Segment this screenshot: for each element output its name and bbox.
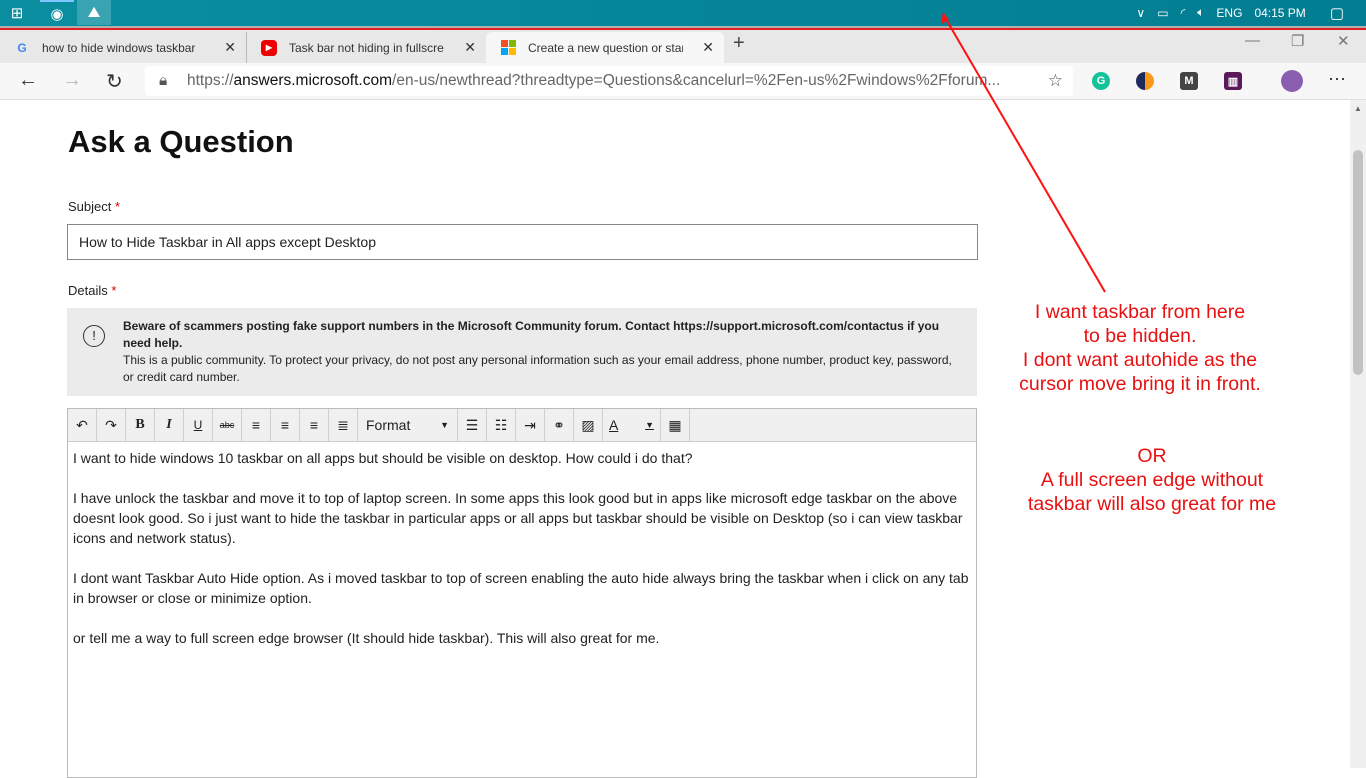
microsoft-icon <box>500 39 516 56</box>
volume-icon[interactable]: 🔈︎ <box>1197 5 1204 20</box>
google-icon: G <box>17 40 27 55</box>
lock-icon: 🔒︎ <box>159 72 168 89</box>
vertical-scrollbar[interactable]: ▲ <box>1350 100 1366 768</box>
undo-icon[interactable]: ↶ <box>68 409 97 441</box>
tab-google[interactable]: G how to hide windows taskbar in all app… <box>0 32 246 63</box>
scrollbar-thumb[interactable] <box>1353 150 1363 375</box>
indent-icon[interactable]: ⇥ <box>516 409 545 441</box>
text-color-icon[interactable]: A ▼ <box>603 409 661 441</box>
strikethrough-icon[interactable]: abc <box>213 409 242 441</box>
scam-notice: ! Beware of scammers posting fake suppor… <box>67 308 977 396</box>
bold-icon[interactable]: B <box>126 409 155 441</box>
photos-icon[interactable]: ⛰ <box>77 0 111 25</box>
windows-taskbar: ⊞ ◉ ⛰ ∨ ▭ ◜ 🔈︎ ENG 04:15 PM ▢ <box>0 0 1366 27</box>
align-right-icon[interactable]: ≡ <box>300 409 329 441</box>
align-left-icon[interactable]: ≡ <box>242 409 271 441</box>
simplenote-icon[interactable] <box>1136 72 1154 90</box>
justify-icon[interactable]: ≣ <box>329 409 358 441</box>
mercury-reader-icon[interactable]: M <box>1180 72 1198 90</box>
minimize-button[interactable]: — <box>1245 32 1260 49</box>
tab-youtube[interactable]: ▶ Task bar not hiding in fullscreen Wind… <box>246 32 486 63</box>
notification-icon[interactable]: ▢ <box>1330 4 1344 22</box>
close-tab-icon[interactable]: ✕ <box>702 39 714 56</box>
bullet-list-icon[interactable]: ☰ <box>458 409 487 441</box>
close-tab-icon[interactable]: ✕ <box>464 39 476 56</box>
battery-icon[interactable]: ▭ <box>1157 6 1168 20</box>
back-button[interactable]: ← <box>18 69 38 92</box>
windows-start-icon[interactable]: ⊞ <box>0 0 34 25</box>
refresh-button[interactable]: ↻ <box>106 69 123 94</box>
extension-icon[interactable]: ▥ <box>1224 72 1242 90</box>
grammarly-icon[interactable]: G <box>1092 72 1110 90</box>
system-tray: ∨ ▭ ◜ 🔈︎ ENG 04:15 PM ▢ <box>1136 0 1366 25</box>
tab-strip: G how to hide windows taskbar in all app… <box>0 30 1366 63</box>
page-title: Ask a Question <box>68 124 294 159</box>
youtube-icon: ▶ <box>261 39 277 56</box>
annotation-text: I want taskbar from here to be hidden. I d… <box>1019 301 1261 395</box>
address-bar-row: ← → ↻ 🔒︎ https://answers.microsoft.com/e… <box>0 63 1366 100</box>
format-dropdown[interactable]: Format ▼ <box>358 409 458 441</box>
chevron-up-icon[interactable]: ∨ <box>1136 6 1145 20</box>
redo-icon[interactable]: ↷ <box>97 409 126 441</box>
edge-icon[interactable]: ◉ <box>40 0 74 25</box>
dropdown-arrow-icon: ▼ <box>440 420 449 430</box>
subject-input[interactable]: How to Hide Taskbar in All apps except D… <box>67 224 978 260</box>
more-menu-icon[interactable]: ⋯ <box>1328 69 1346 90</box>
details-label: Details * <box>68 283 117 298</box>
clock[interactable]: 04:15 PM <box>1254 6 1305 20</box>
align-center-icon[interactable]: ≡ <box>271 409 300 441</box>
close-tab-icon[interactable]: ✕ <box>224 39 236 56</box>
tab-microsoft[interactable]: Create a new question or start a discuss… <box>486 32 724 63</box>
italic-icon[interactable]: I <box>155 409 184 441</box>
image-icon[interactable]: ▨ <box>574 409 603 441</box>
close-window-button[interactable]: ✕ <box>1337 32 1350 50</box>
subject-label: Subject * <box>68 199 121 214</box>
editor-toolbar: ↶ ↷ B I U abc ≡ ≡ ≡ ≣ Format ▼ ☰ ☷ ⇥ ⚭ ▨ … <box>68 409 976 442</box>
profile-avatar[interactable] <box>1281 70 1303 92</box>
underline-icon[interactable]: U <box>184 409 213 441</box>
forward-button[interactable]: → <box>62 69 82 92</box>
new-tab-button[interactable]: + <box>733 32 745 55</box>
numbered-list-icon[interactable]: ☷ <box>487 409 516 441</box>
details-editor[interactable]: ↶ ↷ B I U abc ≡ ≡ ≡ ≣ Format ▼ ☰ ☷ ⇥ ⚭ ▨ … <box>67 408 977 778</box>
editor-body[interactable]: I want to hide windows 10 taskbar on all… <box>68 442 976 674</box>
table-icon[interactable]: ▦ <box>661 409 690 441</box>
language-indicator[interactable]: ENG <box>1216 6 1242 20</box>
url-input[interactable]: 🔒︎ https://answers.microsoft.com/en-us/n… <box>145 66 1073 96</box>
info-icon: ! <box>83 325 105 347</box>
restore-button[interactable]: ❐ <box>1291 32 1304 50</box>
wifi-icon[interactable]: ◜ <box>1181 6 1186 20</box>
page-content: Ask a Question Subject * How to Hide Tas… <box>0 100 1350 778</box>
favorite-star-icon[interactable]: ☆ <box>1048 71 1063 91</box>
link-icon[interactable]: ⚭ <box>545 409 574 441</box>
annotation-text-or: OR A full screen edge without taskbar will… <box>1027 445 1277 515</box>
